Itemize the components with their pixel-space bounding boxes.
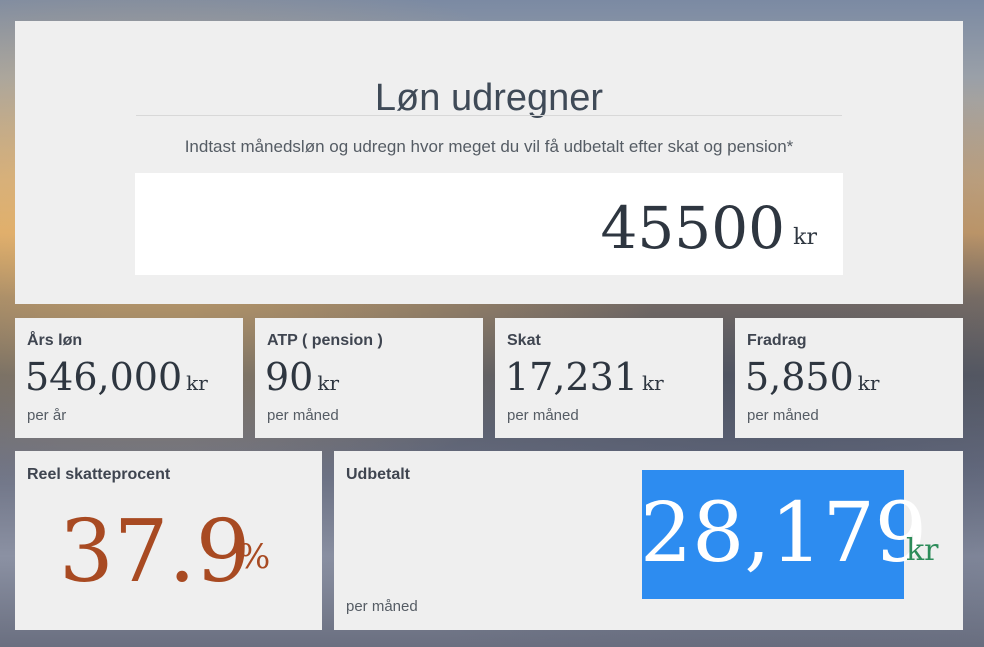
card-unit: kr (641, 371, 664, 395)
card-period: per år (27, 407, 67, 424)
payout-value: 28,179 (640, 486, 927, 581)
salary-input-unit: kr (793, 225, 817, 250)
card-annual-salary: Års løn 546,000 kr per år (15, 318, 243, 438)
salary-input-value[interactable]: 45500 (600, 199, 785, 257)
payout-unit: kr (906, 533, 939, 568)
payout-label: Udbetalt (346, 466, 410, 483)
card-value: 546,000 kr (25, 355, 208, 399)
card-period: per måned (747, 407, 819, 424)
card-deduction: Fradrag 5,850 kr per måned (735, 318, 963, 438)
calculator-panel: Løn udregner Indtast månedsløn og udregn… (15, 21, 963, 304)
payout-period: per måned (346, 598, 418, 615)
card-label: Skat (507, 332, 541, 349)
card-unit: kr (857, 371, 880, 395)
card-tax: Skat 17,231 kr per måned (495, 318, 723, 438)
tax-rate-value: 37.9 (59, 502, 251, 602)
tax-rate-label: Reel skatteprocent (27, 466, 171, 483)
payout-panel: Udbetalt per måned 28,179 kr (334, 451, 963, 630)
card-unit: kr (317, 371, 340, 395)
card-value: 5,850 kr (745, 355, 880, 399)
salary-input[interactable]: 45500 kr (135, 173, 843, 275)
card-value: 90 kr (265, 355, 340, 399)
tax-rate-unit: % (238, 537, 271, 577)
tax-rate-panel: Reel skatteprocent 37.9 % (15, 451, 322, 630)
card-period: per måned (507, 407, 579, 424)
title-divider (136, 115, 842, 116)
card-value: 17,231 kr (505, 355, 664, 399)
page-subtitle: Indtast månedsløn og udregn hvor meget d… (184, 137, 794, 156)
page-title: Løn udregner (374, 77, 604, 119)
card-period: per måned (267, 407, 339, 424)
card-atp-pension: ATP ( pension ) 90 kr per måned (255, 318, 483, 438)
card-label: ATP ( pension ) (267, 332, 383, 349)
card-label: Fradrag (747, 332, 807, 349)
card-unit: kr (186, 371, 208, 395)
card-label: Års løn (27, 332, 83, 349)
